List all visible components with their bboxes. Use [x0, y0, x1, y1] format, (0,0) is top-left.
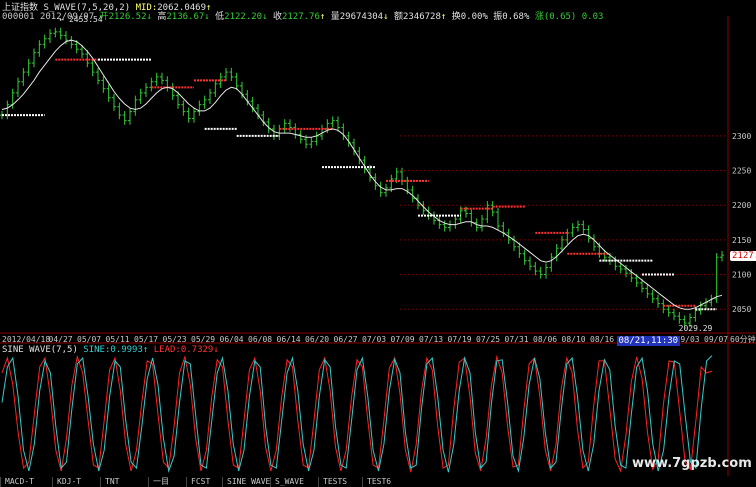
date-tick-label: 07/03	[362, 335, 386, 344]
turnover-value: 0.00%	[460, 12, 488, 22]
date: 2012/09/07	[39, 12, 95, 22]
date-tick-label: 06/08	[248, 335, 272, 344]
x-unit-label: 60分钟	[730, 334, 756, 344]
volume-value: 29674304	[339, 12, 384, 22]
tab-3[interactable]: 一目	[148, 477, 169, 487]
lead-label: LEAD:	[153, 345, 181, 355]
annotations: ← 2453.542029.29	[59, 15, 712, 333]
volume-label: 量	[330, 12, 340, 22]
lead-value: 0.7329	[180, 345, 214, 355]
change-pct: 0.03	[581, 12, 604, 22]
amplitude-value: 0.68%	[502, 12, 530, 22]
date-tick-label: 06/14	[277, 335, 301, 344]
date-tick-label: 07/25	[476, 335, 500, 344]
volume-arrow-icon: ↓	[383, 12, 389, 22]
lead-arrow-icon: ↓	[213, 345, 219, 355]
date-tick-label: 08/16	[590, 335, 614, 344]
tab-0[interactable]: MACD-T	[0, 477, 34, 487]
date-tick-label: 05/07	[77, 335, 101, 344]
close-value: 2127.76	[281, 12, 320, 22]
ma-line	[1, 39, 723, 310]
date-tick-label: 09/07	[704, 335, 728, 344]
tab-7[interactable]: TESTS	[318, 477, 347, 487]
date-tick-label: 08/10	[562, 335, 586, 344]
date-tick-label: 04/27	[49, 335, 73, 344]
price-tick-label: 2250	[732, 167, 751, 176]
cursor-date-label: 08/21,11:30	[616, 336, 681, 346]
close-label: 收	[272, 12, 282, 22]
date-tick-label: 05/23	[163, 335, 187, 344]
date-tick-label: 06/27	[334, 335, 358, 344]
price-tick-label: 2050	[732, 305, 751, 314]
tab-4[interactable]: FCST	[186, 477, 210, 487]
price-tick-label: 2200	[732, 201, 751, 210]
watermark: www.7gpzb.com	[632, 456, 752, 471]
close-arrow-icon: ↑	[319, 12, 326, 22]
sine-value: 0.9993	[110, 345, 143, 355]
amount-arrow-icon: ↑	[440, 12, 447, 22]
sine-arrow-icon: ↑	[142, 345, 149, 355]
indicator-tabs: MACD-T KDJ-T TNT 一目 FCST SINE WAVE S_WAVE TESTS…	[0, 477, 756, 487]
date-tick-label: 07/19	[448, 335, 472, 344]
open-label: 开	[99, 12, 109, 22]
chart-canvas[interactable]: 2300 2250 2200 2150 2100 2050 2012/04/1804/27…	[0, 0, 756, 487]
tab-6[interactable]: S_WAVE	[270, 477, 304, 487]
high-value: 2136.67	[166, 12, 205, 22]
wave-markers	[2, 58, 717, 311]
grid	[400, 135, 728, 310]
date-tick-label: 05/17	[134, 335, 158, 344]
amplitude-label: 振	[493, 12, 503, 22]
date-tick-label: 06/20	[305, 335, 329, 344]
high-label: 高	[157, 12, 167, 22]
tab-2[interactable]: TNT	[100, 477, 119, 487]
price-bars	[0, 27, 724, 328]
tab-8[interactable]: TEST6	[362, 477, 391, 487]
change-label: 涨	[534, 12, 544, 22]
date-tick-label: 05/29	[191, 335, 215, 344]
price-tick-label: 2300	[732, 132, 751, 141]
date-tick-label: 07/09	[391, 335, 415, 344]
price-tick-labels: 2300 2250 2200 2150 2100 2050	[732, 132, 751, 314]
date-tick-label: 2012/04/18	[2, 335, 50, 344]
open-arrow-icon: ↓	[146, 12, 152, 22]
turnover-label: 换	[451, 12, 461, 22]
quote-bar: 000001 2012/09/07 开2126.52↓ 高2136.67↓ 低2…	[2, 9, 603, 22]
amount-label: 额	[393, 12, 403, 22]
price-tick-label: 2100	[732, 271, 751, 280]
high-arrow-icon: ↓	[204, 12, 210, 22]
tab-5[interactable]: SINE WAVE	[222, 477, 270, 487]
low-label: 低	[215, 12, 225, 22]
amount-value: 2346728	[402, 12, 441, 22]
date-tick-label: 07/13	[419, 335, 443, 344]
date-tick-label: 06/04	[220, 335, 244, 344]
date-tick-label: 07/31	[505, 335, 529, 344]
sub-indicator-name: SINE WAVE(7,5)	[2, 345, 78, 355]
low-arrow-icon: ↓	[262, 12, 268, 22]
change-value: (0.65)	[543, 12, 577, 22]
last-price-tag: 2127.8	[730, 251, 756, 261]
low-value: 2122.20	[224, 12, 263, 22]
low-annotation: 2029.29	[679, 324, 713, 333]
price-tick-label: 2150	[732, 236, 751, 245]
date-tick-label: 05/11	[106, 335, 130, 344]
sine-label: SINE:	[83, 345, 111, 355]
sub-chart-title: SINE WAVE(7,5) SINE:0.9993↑ LEAD:0.7329↓	[2, 345, 219, 355]
tab-1[interactable]: KDJ-T	[52, 477, 81, 487]
code: 000001	[2, 12, 35, 22]
open-value: 2126.52	[108, 12, 147, 22]
date-tick-label: 08/06	[533, 335, 557, 344]
